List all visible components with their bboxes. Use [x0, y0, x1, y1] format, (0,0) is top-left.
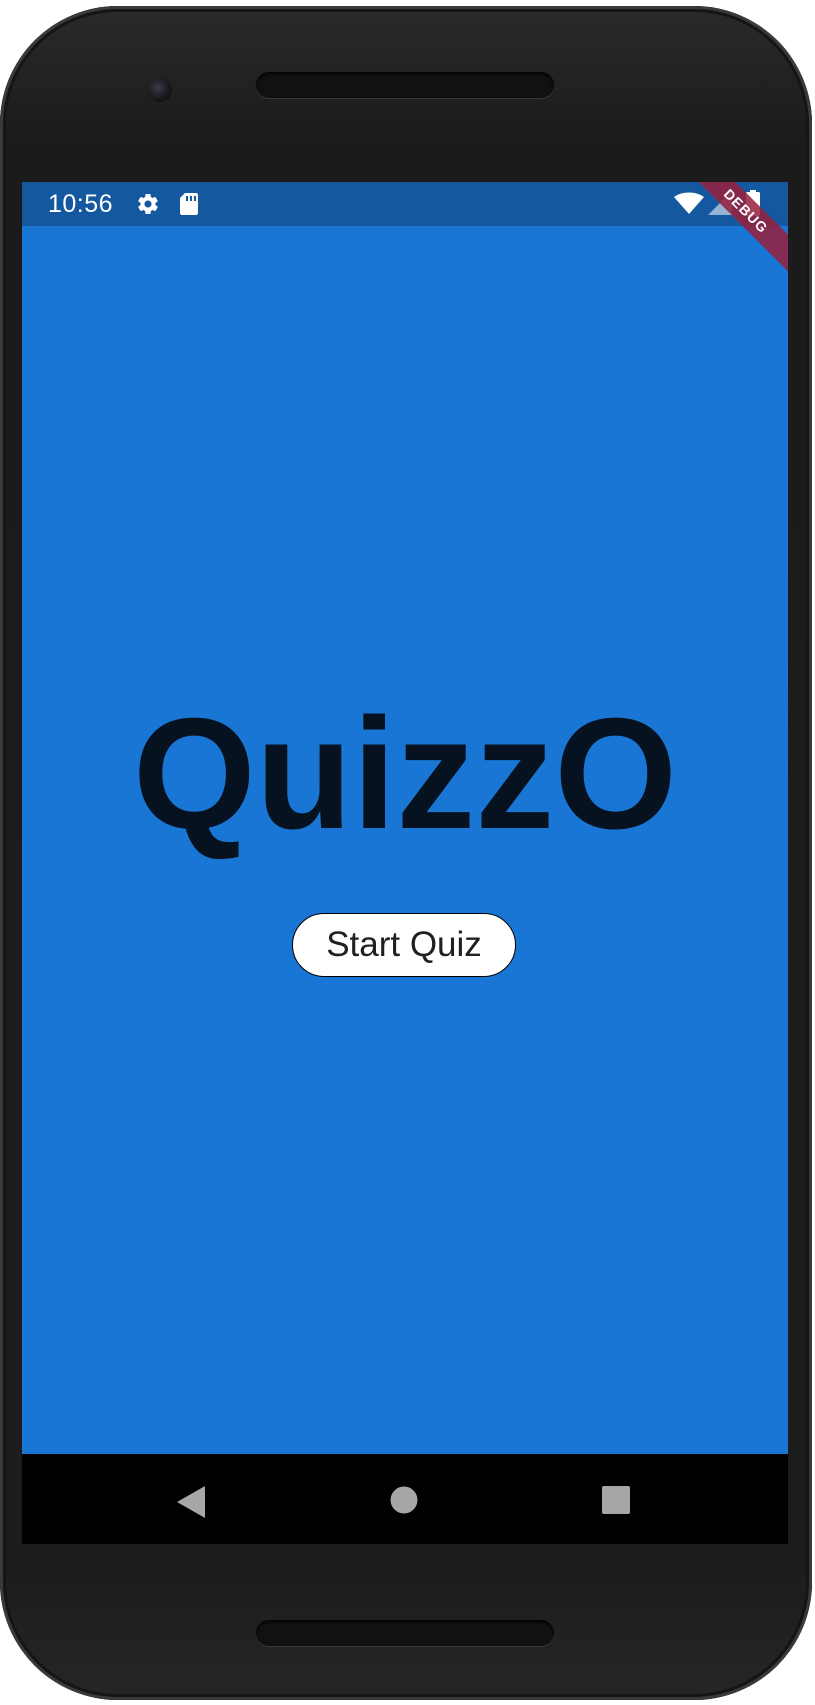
- sd-card-icon: [180, 193, 198, 215]
- status-clock: 10:56: [48, 190, 114, 218]
- phone-frame: 10:56 DEBUG QuizzO Start Quiz: [0, 6, 812, 1700]
- gear-icon: [138, 194, 158, 215]
- front-camera: [148, 78, 172, 102]
- recents-icon[interactable]: [602, 1486, 630, 1514]
- start-quiz-button[interactable]: Start Quiz: [292, 913, 516, 977]
- back-icon[interactable]: [177, 1486, 205, 1518]
- navigation-bar: [22, 1454, 788, 1544]
- wifi-icon: [674, 192, 704, 214]
- bottom-speaker: [256, 1620, 554, 1646]
- top-speaker: [256, 72, 554, 98]
- screen: 10:56 DEBUG QuizzO Start Quiz: [22, 182, 788, 1544]
- app-title: QuizzO: [132, 686, 678, 862]
- home-icon[interactable]: [390, 1486, 418, 1514]
- status-bar: 10:56: [22, 182, 788, 226]
